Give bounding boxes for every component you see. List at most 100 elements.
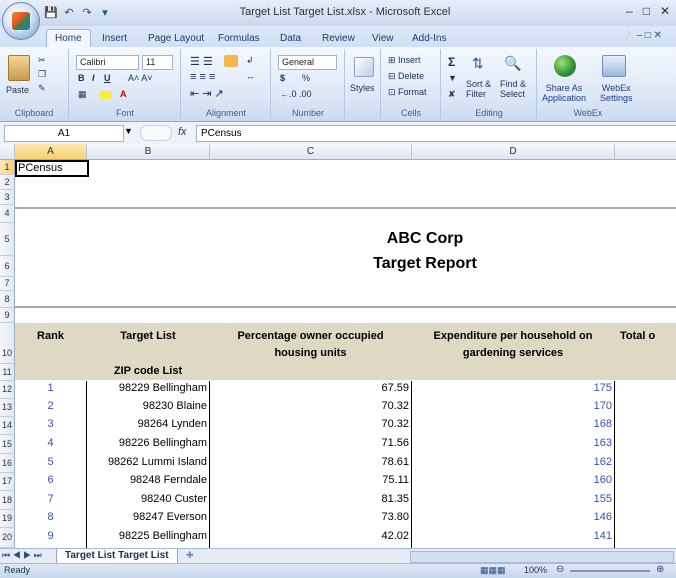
zip-cell[interactable]: 98247 Everson [87, 511, 209, 523]
row-header[interactable]: 8 [0, 291, 15, 308]
zip-cell[interactable]: 98240 Custer [87, 493, 209, 505]
column-header-b[interactable]: B [87, 144, 210, 159]
maximize-icon[interactable]: □ [643, 4, 650, 18]
webex-settings-icon[interactable] [602, 55, 626, 77]
exp-cell[interactable]: 141 [412, 530, 614, 542]
save-icon[interactable]: 💾 [44, 6, 58, 20]
undo-icon[interactable]: ↶ [62, 6, 76, 20]
row-header[interactable]: 10 [0, 323, 15, 364]
name-box[interactable]: A1 [4, 125, 124, 142]
exp-cell[interactable]: 162 [412, 456, 614, 468]
exp-cell[interactable]: 163 [412, 437, 614, 449]
zoom-out-icon[interactable]: ⊖ [556, 564, 564, 575]
tab-view[interactable]: View [364, 30, 402, 48]
grow-font-button[interactable]: A˄ A˅ [128, 73, 153, 83]
paste-icon[interactable] [8, 55, 30, 81]
column-header-d[interactable]: D [412, 144, 615, 159]
exp-cell[interactable]: 170 [412, 400, 614, 412]
share-globe-icon[interactable] [554, 55, 576, 77]
share-as-application-button[interactable]: Share As Application [542, 83, 586, 103]
top-align-icon[interactable]: ☰ ☰ [190, 55, 213, 68]
font-name-box[interactable]: Calibri [76, 55, 139, 70]
rank-cell[interactable]: 6 [15, 474, 86, 486]
decimal-icons[interactable]: ←.0 .00 [280, 89, 312, 99]
insert-function-icon[interactable]: fx [178, 126, 187, 138]
row-header[interactable]: 5 [0, 223, 15, 256]
zip-cell[interactable]: 98248 Ferndale [87, 474, 209, 486]
rank-cell[interactable]: 5 [15, 456, 86, 468]
tab-data[interactable]: Data [272, 30, 309, 48]
find-select-button[interactable]: Find & Select [500, 79, 526, 99]
styles-button[interactable]: Styles [350, 83, 375, 93]
name-box-dropdown-icon[interactable]: ▼ [124, 126, 133, 136]
tab-insert[interactable]: Insert [94, 30, 135, 48]
fill-color-icon[interactable] [100, 91, 112, 99]
bold-button[interactable]: B [78, 73, 85, 83]
horizontal-scrollbar[interactable] [410, 551, 674, 563]
view-buttons[interactable]: ▦▦▦ [480, 565, 506, 576]
zoom-in-icon[interactable]: ⊕ [656, 564, 664, 575]
italic-button[interactable]: I [92, 73, 95, 83]
copy-icon[interactable]: ❐ [38, 69, 46, 80]
webex-settings-button[interactable]: WebEx Settings [600, 83, 633, 103]
insert-sheet-icon[interactable]: ✚ [186, 550, 194, 561]
row-header[interactable]: 4 [0, 205, 15, 223]
row-header[interactable]: 7 [0, 277, 15, 291]
merge-center-icon[interactable]: ↔ [246, 71, 255, 81]
delete-cells-button[interactable]: ⊟ Delete [388, 71, 424, 82]
zip-cell[interactable]: 98264 Lynden [87, 418, 209, 430]
row-header[interactable]: 2 [0, 175, 15, 190]
clear-icon[interactable]: ✘ [448, 89, 456, 100]
row-header[interactable]: 19 [0, 510, 15, 528]
pct-cell[interactable]: 81.35 [210, 493, 411, 505]
row-header[interactable]: 13 [0, 399, 15, 417]
currency-button[interactable]: $ [280, 73, 285, 83]
minimize-icon[interactable]: – [626, 4, 633, 18]
customize-qat-icon[interactable]: ▾ [98, 6, 112, 20]
borders-icon[interactable]: ▦ [78, 89, 87, 100]
row-header[interactable]: 16 [0, 454, 15, 473]
zip-cell[interactable]: 98230 Blaine [87, 400, 209, 412]
exp-cell[interactable]: 175 [412, 382, 614, 394]
find-select-icon[interactable]: 🔍 [504, 55, 521, 72]
rank-cell[interactable]: 9 [15, 530, 86, 542]
row-header[interactable]: 11 [0, 364, 15, 381]
row-header[interactable]: 6 [0, 256, 15, 277]
rank-cell[interactable]: 2 [15, 400, 86, 412]
format-painter-icon[interactable]: ✎ [38, 83, 46, 94]
zip-cell[interactable]: 98229 Bellingham [87, 382, 209, 394]
pct-cell[interactable]: 70.32 [210, 418, 411, 430]
zip-cell[interactable]: 98226 Bellingham [87, 437, 209, 449]
rank-cell[interactable]: 4 [15, 437, 86, 449]
tab-home[interactable]: Home [46, 29, 91, 48]
column-header-a[interactable]: A [15, 144, 87, 159]
zoom-level[interactable]: 100% [524, 565, 547, 575]
tab-add-ins[interactable]: Add-Ins [404, 30, 454, 48]
font-size-box[interactable]: 11 [142, 55, 173, 70]
autosum-icon[interactable]: Σ [448, 55, 455, 69]
exp-cell[interactable]: 160 [412, 474, 614, 486]
column-header-c[interactable]: C [210, 144, 412, 159]
styles-icon[interactable] [354, 57, 374, 77]
redo-icon[interactable]: ↷ [80, 6, 94, 20]
align-text-icons[interactable]: ≡ ≡ ≡ [190, 71, 215, 83]
close-icon[interactable]: ✕ [660, 4, 670, 18]
paste-button[interactable]: Paste [6, 85, 29, 95]
row-header[interactable]: 1 [0, 160, 15, 175]
sort-filter-button[interactable]: Sort & Filter [466, 79, 491, 99]
pct-cell[interactable]: 71.56 [210, 437, 411, 449]
pct-cell[interactable]: 42.02 [210, 530, 411, 542]
select-all-corner[interactable] [0, 144, 15, 159]
exp-cell[interactable]: 146 [412, 511, 614, 523]
tab-review[interactable]: Review [314, 30, 363, 48]
insert-cells-button[interactable]: ⊞ Insert [388, 55, 421, 66]
column-header-e[interactable] [615, 144, 676, 159]
row-header[interactable]: 3 [0, 190, 15, 205]
row-header[interactable]: 9 [0, 308, 15, 323]
cell-a1[interactable]: PCensus [15, 160, 89, 177]
rank-cell[interactable]: 1 [15, 382, 86, 394]
exp-cell[interactable]: 155 [412, 493, 614, 505]
format-cells-button[interactable]: ⊡ Format [388, 87, 427, 98]
help-icon[interactable]: ❔ – □ ✕ [621, 30, 662, 41]
zip-cell[interactable]: 98225 Bellingham [87, 530, 209, 542]
